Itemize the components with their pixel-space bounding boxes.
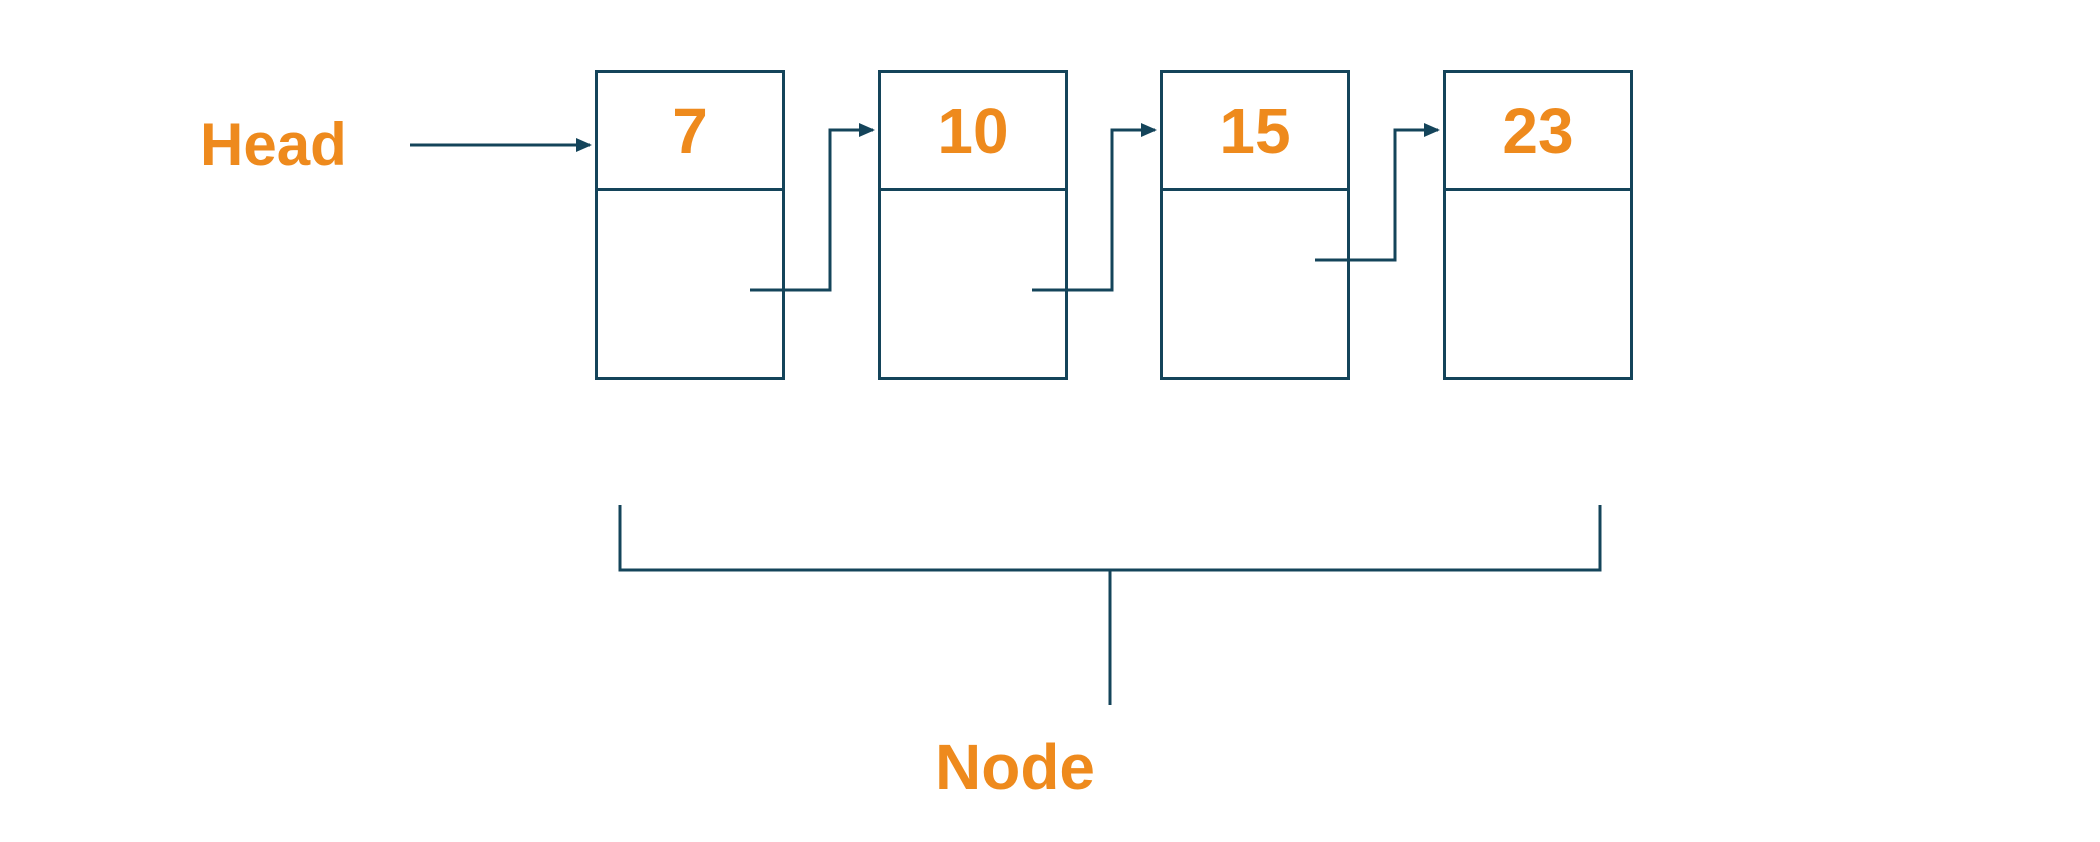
linked-list-diagram: Head 7 10 15 23 Node [0, 0, 2100, 842]
head-label: Head [200, 110, 347, 179]
node-value: 23 [1446, 73, 1630, 191]
list-node: 7 [595, 70, 785, 380]
node-bracket-label: Node [935, 730, 1095, 804]
node-value: 7 [598, 73, 782, 191]
list-node: 10 [878, 70, 1068, 380]
list-node: 15 [1160, 70, 1350, 380]
node-bracket [620, 505, 1600, 705]
node-value: 15 [1163, 73, 1347, 191]
node-value: 10 [881, 73, 1065, 191]
list-node: 23 [1443, 70, 1633, 380]
